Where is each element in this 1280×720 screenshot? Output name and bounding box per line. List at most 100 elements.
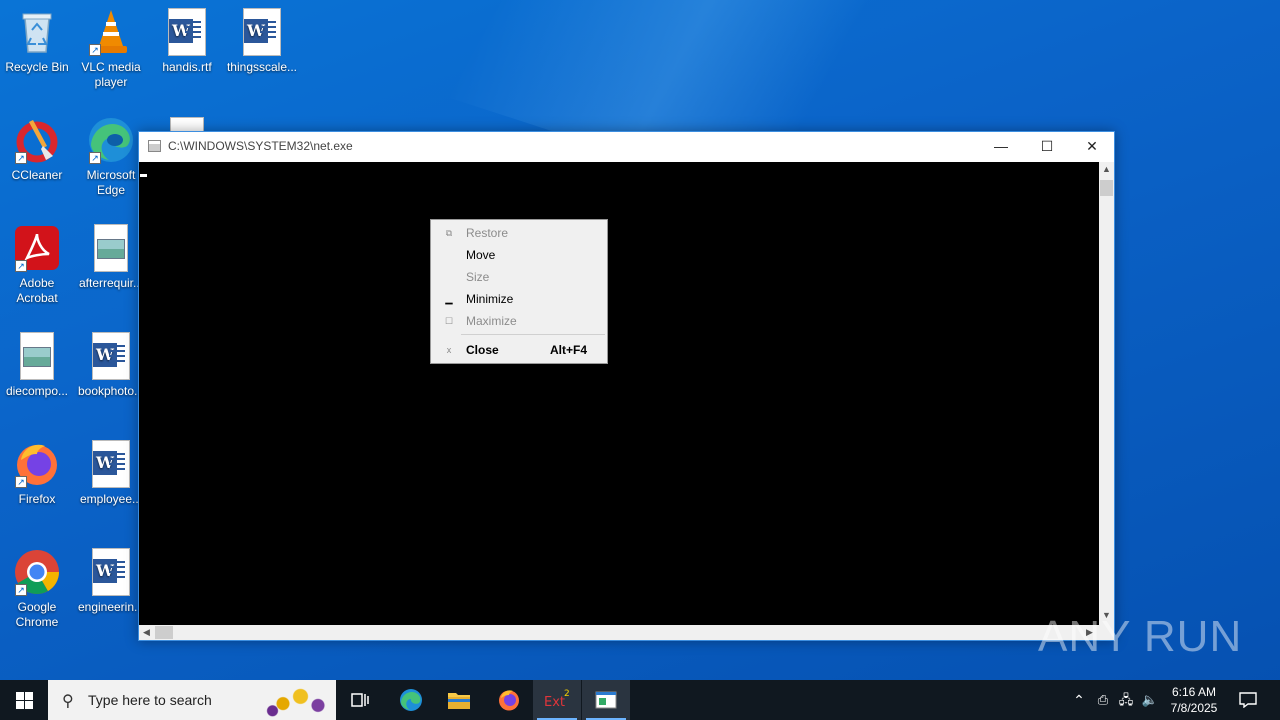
word-document-icon: W [92, 440, 130, 488]
taskbar-search-box[interactable]: ⚲ Type here to search [48, 680, 336, 720]
menu-item-size[interactable]: Size [433, 266, 605, 288]
image-preview [97, 239, 125, 259]
windows-logo-icon [16, 692, 24, 700]
folder-icon [448, 693, 470, 709]
image-preview [23, 347, 51, 367]
recycle-bin-icon [13, 8, 61, 56]
desktop-icon-google-chrome[interactable]: ↗ Google Chrome [0, 548, 75, 630]
shortcut-arrow-icon: ↗ [89, 44, 101, 56]
exe-app-icon: Ext 2 [544, 689, 570, 710]
minimize-button[interactable]: — [978, 132, 1024, 162]
desktop-icon-recycle-bin[interactable]: Recycle Bin [0, 8, 75, 75]
menu-item-restore[interactable]: ⧉ Restore [433, 222, 605, 244]
menu-item-close[interactable]: x Close Alt+F4 [433, 339, 605, 361]
menu-item-label: Minimize [466, 292, 514, 306]
start-button[interactable] [0, 680, 48, 720]
desktop-icon-label: thingsscale... [226, 60, 298, 74]
task-view-icon [351, 693, 369, 707]
text-cursor [140, 174, 147, 177]
menu-item-accelerator: Alt+F4 [549, 343, 587, 357]
search-placeholder: Type here to search [88, 692, 212, 708]
desktop-icon-label: Firefox [18, 492, 56, 506]
image-file-icon [20, 332, 54, 380]
scroll-up-arrow-icon[interactable]: ▲ [1102, 164, 1111, 174]
maximize-button[interactable]: ☐ [1024, 132, 1070, 162]
menu-item-maximize[interactable]: ☐ Maximize [433, 310, 605, 332]
firefox-icon: ↗ [13, 440, 61, 488]
taskbar-console-button[interactable] [582, 680, 630, 720]
window-titlebar[interactable]: C:\WINDOWS\SYSTEM32\net.exe — ☐ ✕ [139, 132, 1114, 162]
edge-icon [400, 689, 422, 711]
desktop-icon-diecompo[interactable]: diecompo... [0, 332, 75, 399]
windows-logo-pane [25, 701, 33, 709]
desktop-icon-thingsscale[interactable]: W thingsscale... [224, 8, 300, 75]
desktop-icon-label: handis.rtf [162, 60, 212, 74]
taskbar-firefox-button[interactable] [485, 680, 533, 720]
menu-item-label: Close [466, 343, 499, 357]
close-icon: x [446, 345, 452, 355]
desktop-icon-vlc[interactable]: ↗ VLC media player [73, 8, 149, 90]
network-icon[interactable]: 🖧 [1115, 680, 1137, 720]
desktop-icon-label: CCleaner [11, 168, 63, 182]
scroll-left-arrow-icon[interactable]: ◀ [143, 627, 150, 638]
windows-logo-pane [16, 701, 24, 709]
taskbar-edge-button[interactable] [387, 680, 435, 720]
notifications-button[interactable] [1234, 680, 1262, 720]
windows-logo-pane [25, 692, 33, 700]
menu-item-label: Move [466, 248, 496, 262]
chevron-up-icon: ⌃ [1073, 692, 1085, 708]
notification-center-icon [1239, 692, 1257, 709]
clock-date: 7/8/2025 [1170, 701, 1218, 715]
horizontal-scroll-thumb[interactable] [155, 626, 173, 639]
vertical-scroll-thumb[interactable] [1100, 180, 1113, 196]
window-title: C:\WINDOWS\SYSTEM32\net.exe [168, 139, 353, 153]
taskbar: ⚲ Type here to search Ext 2 ⌃ ⎙ 🖧 🔈 6:16… [0, 680, 1280, 720]
svg-text:Ext: Ext [544, 695, 565, 710]
menu-separator [461, 334, 605, 335]
desktop-icon-label: VLC media player [81, 60, 141, 89]
firefox-icon [499, 690, 519, 711]
text-lines [109, 345, 125, 365]
console-output[interactable] [139, 162, 1099, 625]
console-window-icon [595, 691, 617, 709]
desktop-icon-adobe-acrobat[interactable]: ↗ Adobe Acrobat [0, 224, 75, 306]
desktop-icon-label: diecompo... [5, 384, 69, 398]
menu-item-label: Maximize [466, 314, 517, 328]
desktop-icon-handis[interactable]: W handis.rtf [149, 8, 225, 75]
taskbar-file-explorer-button[interactable] [435, 680, 483, 720]
menu-item-label: Size [466, 270, 490, 284]
shortcut-arrow-icon: ↗ [15, 152, 27, 164]
image-file-icon [94, 224, 128, 272]
word-document-icon: W [168, 8, 206, 56]
menu-item-minimize[interactable]: ▁ Minimize [433, 288, 605, 310]
search-icon: ⚲ [62, 693, 74, 710]
word-document-icon: W [92, 548, 130, 596]
ccleaner-icon: ↗ [13, 116, 61, 164]
maximize-icon: ☐ [444, 316, 454, 326]
vertical-scrollbar[interactable]: ▲ ▼ [1099, 162, 1114, 625]
taskbar-clock[interactable]: 6:16 AM 7/8/2025 [1164, 684, 1224, 716]
task-view-button[interactable] [336, 680, 384, 720]
volume-icon[interactable]: 🔈 [1139, 680, 1161, 720]
taskbar-exe-app-button[interactable]: Ext 2 [533, 680, 581, 720]
text-lines [109, 561, 125, 581]
show-hidden-icons-button[interactable]: ⌃ [1068, 680, 1090, 720]
menu-item-move[interactable]: Move [433, 244, 605, 266]
text-lines [109, 453, 125, 473]
window-system-menu: ⧉ Restore Move Size ▁ Minimize ☐ Maximiz… [430, 219, 608, 364]
svg-text:2: 2 [564, 689, 570, 699]
desktop-icon-label: Recycle Bin [5, 60, 69, 74]
close-button[interactable]: ✕ [1069, 132, 1115, 162]
chrome-icon: ↗ [13, 548, 61, 596]
horizontal-scrollbar[interactable]: ◀ ▶ [139, 625, 1114, 640]
clock-time: 6:16 AM [1171, 685, 1217, 699]
text-lines [260, 21, 276, 41]
restore-icon: ⧉ [445, 228, 453, 238]
tray-device-icon[interactable]: ⎙ [1092, 680, 1114, 720]
console-window[interactable]: C:\WINDOWS\SYSTEM32\net.exe — ☐ ✕ ▲ ▼ ◀ … [138, 131, 1115, 641]
shortcut-arrow-icon: ↗ [89, 152, 101, 164]
vlc-icon: ↗ [87, 8, 135, 56]
console-app-icon[interactable] [148, 140, 161, 152]
desktop-icon-firefox[interactable]: ↗ Firefox [0, 440, 75, 507]
desktop-icon-ccleaner[interactable]: ↗ CCleaner [0, 116, 75, 183]
